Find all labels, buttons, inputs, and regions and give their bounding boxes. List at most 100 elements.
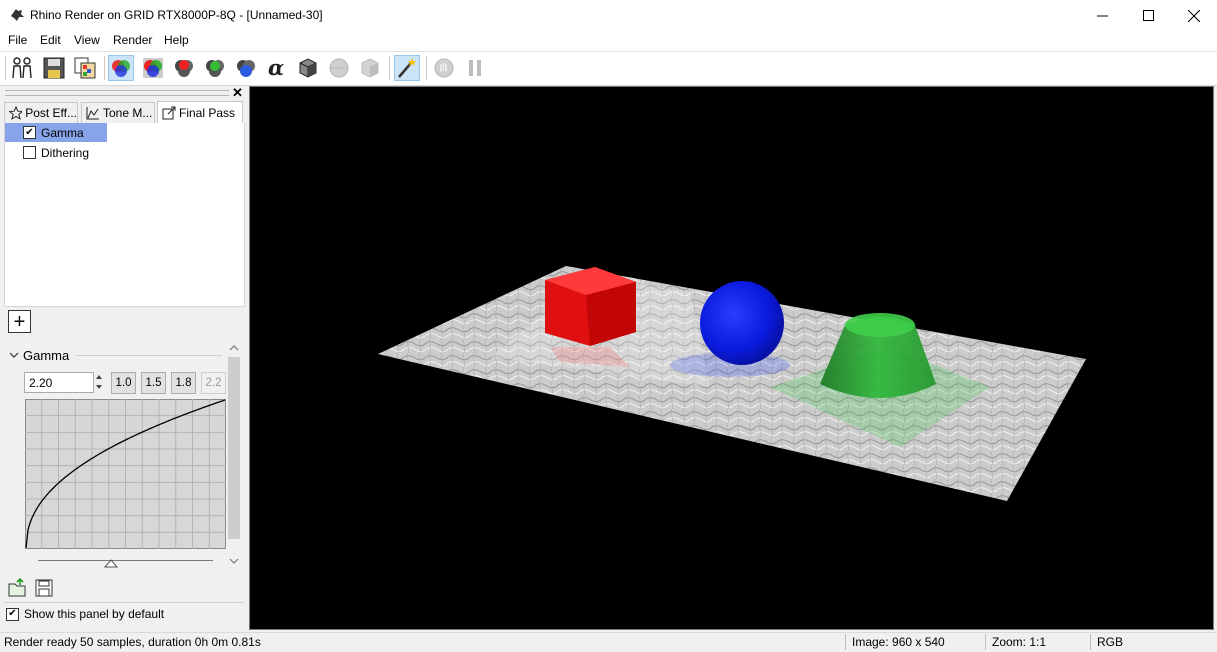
gamma-value-input[interactable]: 2.20	[24, 372, 94, 393]
toolbar-separator	[389, 56, 390, 80]
status-separator	[845, 634, 846, 650]
scroll-down-icon[interactable]	[229, 557, 239, 565]
tab-final-pass[interactable]: Final Pass	[157, 101, 243, 123]
menu-file[interactable]: File	[8, 33, 27, 47]
alpha-channel-icon: α	[268, 57, 284, 79]
save-icon	[43, 57, 65, 79]
gamma-checkbox[interactable]: ✔	[23, 126, 36, 139]
disabled-cube-button[interactable]	[357, 55, 383, 81]
save-preset-button[interactable]	[35, 579, 53, 597]
red-channel-icon	[175, 60, 193, 77]
monochrome-icon	[299, 58, 317, 78]
clone-window-icon	[12, 57, 32, 79]
disabled-sphere-icon	[329, 58, 349, 78]
toolbar-separator	[104, 56, 105, 80]
status-channel: RGB	[1097, 635, 1124, 649]
scroll-up-icon[interactable]	[229, 344, 239, 352]
menu-render[interactable]: Render	[113, 33, 152, 47]
window-title: Rhino Render on GRID RTX8000P-8Q - [Unna…	[30, 8, 323, 22]
save-icon	[35, 579, 53, 597]
pause-render-icon	[469, 60, 481, 76]
render-viewport[interactable]	[249, 86, 1214, 630]
monochrome-button[interactable]	[295, 55, 321, 81]
curve-icon	[86, 107, 99, 120]
maximize-icon	[1142, 10, 1154, 21]
gamma-preset-1-8[interactable]: 1.8	[171, 372, 196, 394]
rhino-app-icon	[11, 9, 24, 21]
post-effects-icon	[398, 58, 416, 78]
dithering-checkbox[interactable]	[23, 146, 36, 159]
panel-footer-divider	[4, 602, 244, 603]
maximize-button[interactable]	[1125, 0, 1171, 31]
svg-text:α: α	[268, 57, 284, 79]
tab-tone-mapping-label: Tone M...	[103, 106, 153, 120]
pause-render-button[interactable]	[462, 55, 488, 81]
effect-item-label: Dithering	[41, 145, 90, 160]
toolbar-grip	[5, 56, 6, 80]
tab-tone-mapping[interactable]: Tone M...	[81, 102, 155, 123]
star-icon	[9, 106, 23, 120]
rgb-alpha-channels-button[interactable]	[140, 55, 166, 81]
minimize-icon	[1096, 15, 1108, 17]
rgb-channels-button[interactable]	[108, 55, 134, 81]
gamma-curve-graph[interactable]	[25, 399, 226, 549]
green-channel-icon	[206, 60, 224, 77]
effect-item-dithering[interactable]: Dithering	[5, 143, 107, 162]
compare-icon	[74, 57, 96, 79]
effect-item-label: Gamma	[41, 125, 84, 140]
chevron-down-icon[interactable]	[9, 351, 19, 359]
green-channel-button[interactable]	[202, 55, 228, 81]
folder-open-icon	[8, 577, 26, 597]
alpha-channel-button[interactable]: α	[264, 55, 290, 81]
gamma-spinner[interactable]	[93, 372, 105, 393]
stop-render-button[interactable]	[431, 55, 457, 81]
show-panel-default-row[interactable]: ✔ Show this panel by default	[6, 607, 164, 621]
compare-button[interactable]	[72, 55, 98, 81]
toolbar-separator	[426, 56, 427, 80]
tab-final-pass-label: Final Pass	[179, 105, 236, 120]
show-panel-default-checkbox[interactable]: ✔	[6, 607, 19, 621]
red-channel-button[interactable]	[171, 55, 197, 81]
gamma-preset-2-2[interactable]: 2.2	[201, 372, 226, 394]
rgb-alpha-channels-icon	[143, 58, 163, 78]
panel-close-button[interactable]: ✕	[232, 86, 244, 100]
show-panel-default-label: Show this panel by default	[24, 607, 165, 621]
gamma-section-title: Gamma	[23, 348, 70, 363]
minimize-button[interactable]	[1079, 0, 1125, 31]
effect-item-gamma[interactable]: ✔ Gamma	[5, 123, 107, 142]
rendered-image	[378, 266, 1086, 501]
spinner-arrows-icon	[96, 375, 102, 389]
menu-edit[interactable]: Edit	[40, 33, 61, 47]
status-separator	[985, 634, 986, 650]
slider-thumb-icon[interactable]	[104, 559, 118, 568]
status-separator	[1090, 634, 1091, 650]
blue-channel-button[interactable]	[233, 55, 259, 81]
status-message: Render ready 50 samples, duration 0h 0m …	[4, 635, 261, 649]
panel-grip[interactable]	[5, 90, 229, 96]
gamma-preset-1-5[interactable]: 1.5	[141, 372, 166, 394]
close-button[interactable]	[1171, 0, 1217, 31]
save-button[interactable]	[41, 55, 67, 81]
tab-post-effects-label: Post Eff...	[25, 106, 77, 120]
disabled-sphere-button[interactable]	[326, 55, 352, 81]
menu-view[interactable]: View	[74, 33, 100, 47]
post-effects-button[interactable]	[394, 55, 420, 81]
gamma-value-text: 2.20	[29, 376, 53, 390]
status-image-size: Image: 960 x 540	[852, 635, 945, 649]
disabled-cube-icon	[361, 58, 379, 78]
clone-window-button[interactable]	[9, 55, 35, 81]
blue-channel-icon	[237, 60, 255, 77]
tab-post-effects[interactable]: Post Eff...	[4, 102, 78, 123]
close-icon	[1188, 9, 1200, 22]
gamma-preset-1-0[interactable]: 1.0	[111, 372, 136, 394]
status-zoom: Zoom: 1:1	[992, 635, 1047, 649]
stop-render-icon	[434, 58, 454, 78]
slider-track[interactable]	[38, 560, 213, 561]
add-effect-button[interactable]: +	[8, 310, 31, 333]
menu-help[interactable]: Help	[164, 33, 189, 47]
section-divider	[76, 355, 222, 356]
export-icon	[162, 106, 176, 119]
load-preset-button[interactable]	[8, 577, 28, 598]
scrollbar-thumb[interactable]	[228, 357, 240, 539]
rgb-channels-icon	[112, 60, 130, 77]
